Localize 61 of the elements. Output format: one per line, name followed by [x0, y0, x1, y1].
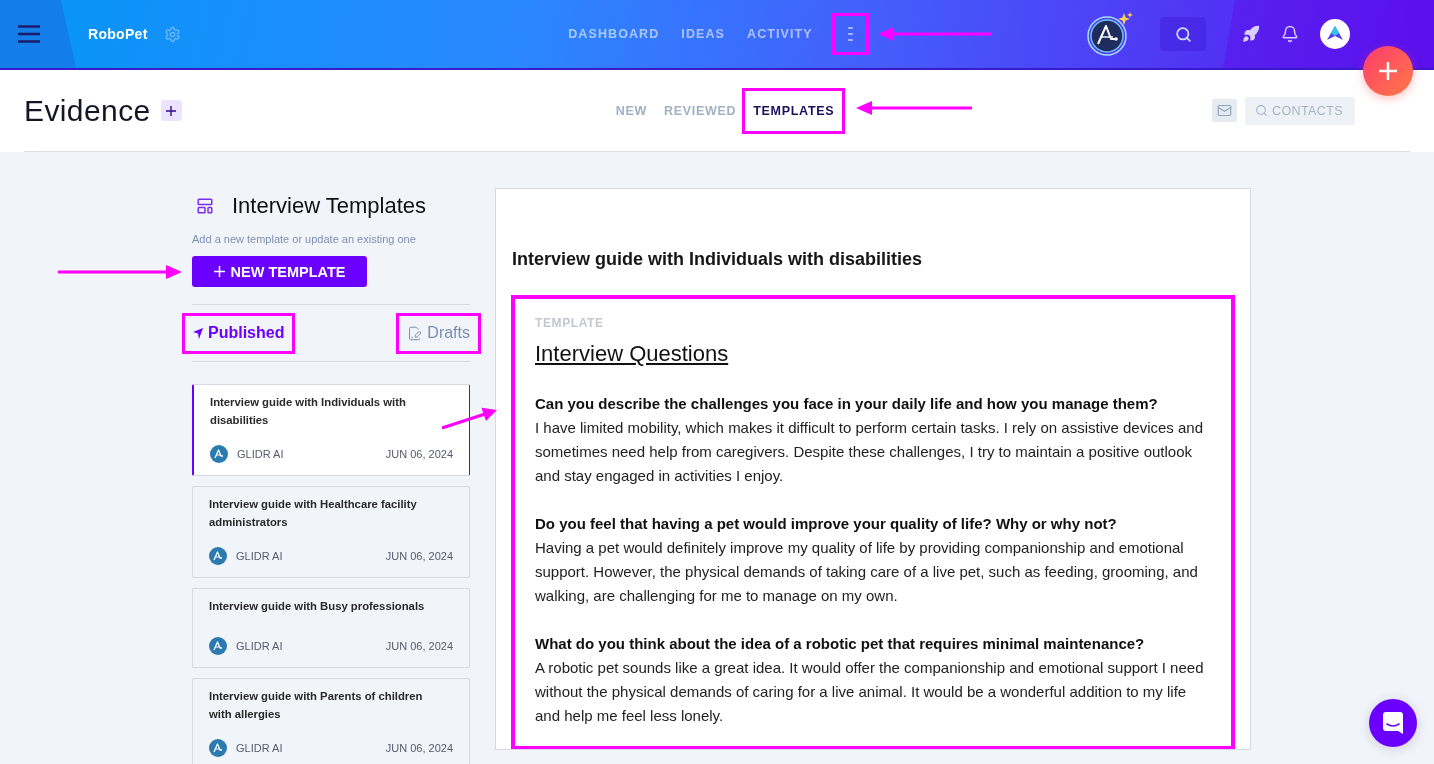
answer-text: Having a pet would definitely improve my quality of life by providing companionship and emotional support. However, the physical demands of taking care of a live pet, such as feeding, grooming, and walking, are challenging for me to manage on my own.: [535, 538, 1199, 606]
template-author: GLIDR AI: [236, 550, 283, 562]
question-text: What do you think about the idea of a robotic pet that requires minimal maintenance?: [535, 634, 1146, 654]
template-title: Interview guide with Individuals with disabilities: [210, 395, 407, 428]
template-date: JUN 06, 2024: [385, 550, 453, 562]
logo-icon: [209, 739, 227, 757]
template-author: GLIDR AI: [236, 640, 283, 652]
search-icon: [1254, 104, 1268, 117]
question-text: Do you feel that having a pet would improve your quality of life? Why or why not?: [535, 514, 1118, 534]
template-date: JUN 06, 2024: [385, 640, 453, 652]
template-date: JUN 06, 2024: [385, 742, 453, 754]
question-text: Can you describe the challenges you face in your daily life and how you manage them?: [535, 394, 1159, 414]
logo-icon: [209, 637, 227, 655]
settings-icon: [163, 25, 181, 43]
template-heading: Interview guide with Individuals with disabilities: [512, 248, 924, 270]
section-title: Interview Templates: [232, 192, 426, 220]
template-icon: [196, 197, 214, 215]
template-card[interactable]: Interview guide with Healthcare facility administrators GLIDR AI JUN 06, 2024: [192, 486, 470, 578]
logo-icon: [209, 547, 227, 565]
rocket-icon: [1242, 25, 1260, 43]
search-icon: [1174, 25, 1192, 43]
page-tab[interactable]: TEMPLATES: [745, 90, 843, 131]
navigation-arrow-icon: [193, 327, 203, 339]
template-card[interactable]: Interview guide with Parents of children with allergies GLIDR AI JUN 06, 2024: [192, 678, 470, 764]
more-icon: [847, 27, 853, 41]
document-label: TEMPLATE: [535, 316, 605, 330]
logo-icon: [1087, 12, 1133, 56]
mail-icon: [1216, 103, 1232, 118]
page-title: Evidence: [24, 93, 151, 128]
document-heading: Interview Questions: [535, 340, 730, 368]
avatar-button[interactable]: [1320, 19, 1350, 49]
template-title: Interview guide with Healthcare facility administrators: [209, 497, 418, 530]
mail-button[interactable]: [1211, 99, 1237, 122]
menu-button[interactable]: [0, 0, 76, 68]
answer-text: I have limited mobility, which makes it difficult to perform certain tasks. I rely on assistive devices and sometimes need help from caregivers. Despite these challenges, I try to maintain a positive outlook and stay engaged in activities I enjoy.: [535, 418, 1205, 486]
plus-icon: [166, 105, 177, 116]
template-card[interactable]: Interview guide with Individuals with disabilities GLIDR AI JUN 06, 2024: [192, 384, 470, 476]
add-button[interactable]: [160, 100, 182, 121]
template-title: Interview guide with Busy professionals: [209, 599, 426, 614]
template-title: Interview guide with Parents of children with allergies: [209, 689, 424, 722]
notifications-button[interactable]: [1281, 25, 1299, 43]
bell-icon: [1281, 25, 1299, 43]
new-template-button[interactable]: NEW TEMPLATE: [192, 256, 367, 287]
plus-icon: [1379, 62, 1397, 80]
section-subtitle: Add a new template or update an existing one: [192, 232, 417, 246]
rocket-button[interactable]: [1242, 25, 1260, 43]
avatar-icon: [1320, 19, 1350, 49]
template-card[interactable]: Interview guide with Busy professionals GLIDR AI JUN 06, 2024: [192, 588, 470, 668]
answer-text: A robotic pet sounds like a great idea. It would offer the companionship and emotional support I need without the physical demands of caring for a live animal. It would be a wonderful addition to my life and help me feel less lonely.: [535, 658, 1205, 726]
menu-icon: [18, 25, 40, 43]
template-author: GLIDR AI: [236, 742, 283, 754]
filter-tab[interactable]: Published: [185, 315, 293, 351]
template-author: GLIDR AI: [237, 448, 284, 460]
app-name: RoboPet: [88, 26, 148, 42]
draft-icon: [407, 325, 423, 341]
template-date: JUN 06, 2024: [385, 448, 453, 460]
plus-icon: [213, 266, 225, 277]
chat-button[interactable]: [1369, 699, 1417, 747]
chat-icon: [1383, 712, 1403, 734]
search-button[interactable]: [1160, 17, 1206, 51]
logo-icon: [210, 445, 228, 463]
